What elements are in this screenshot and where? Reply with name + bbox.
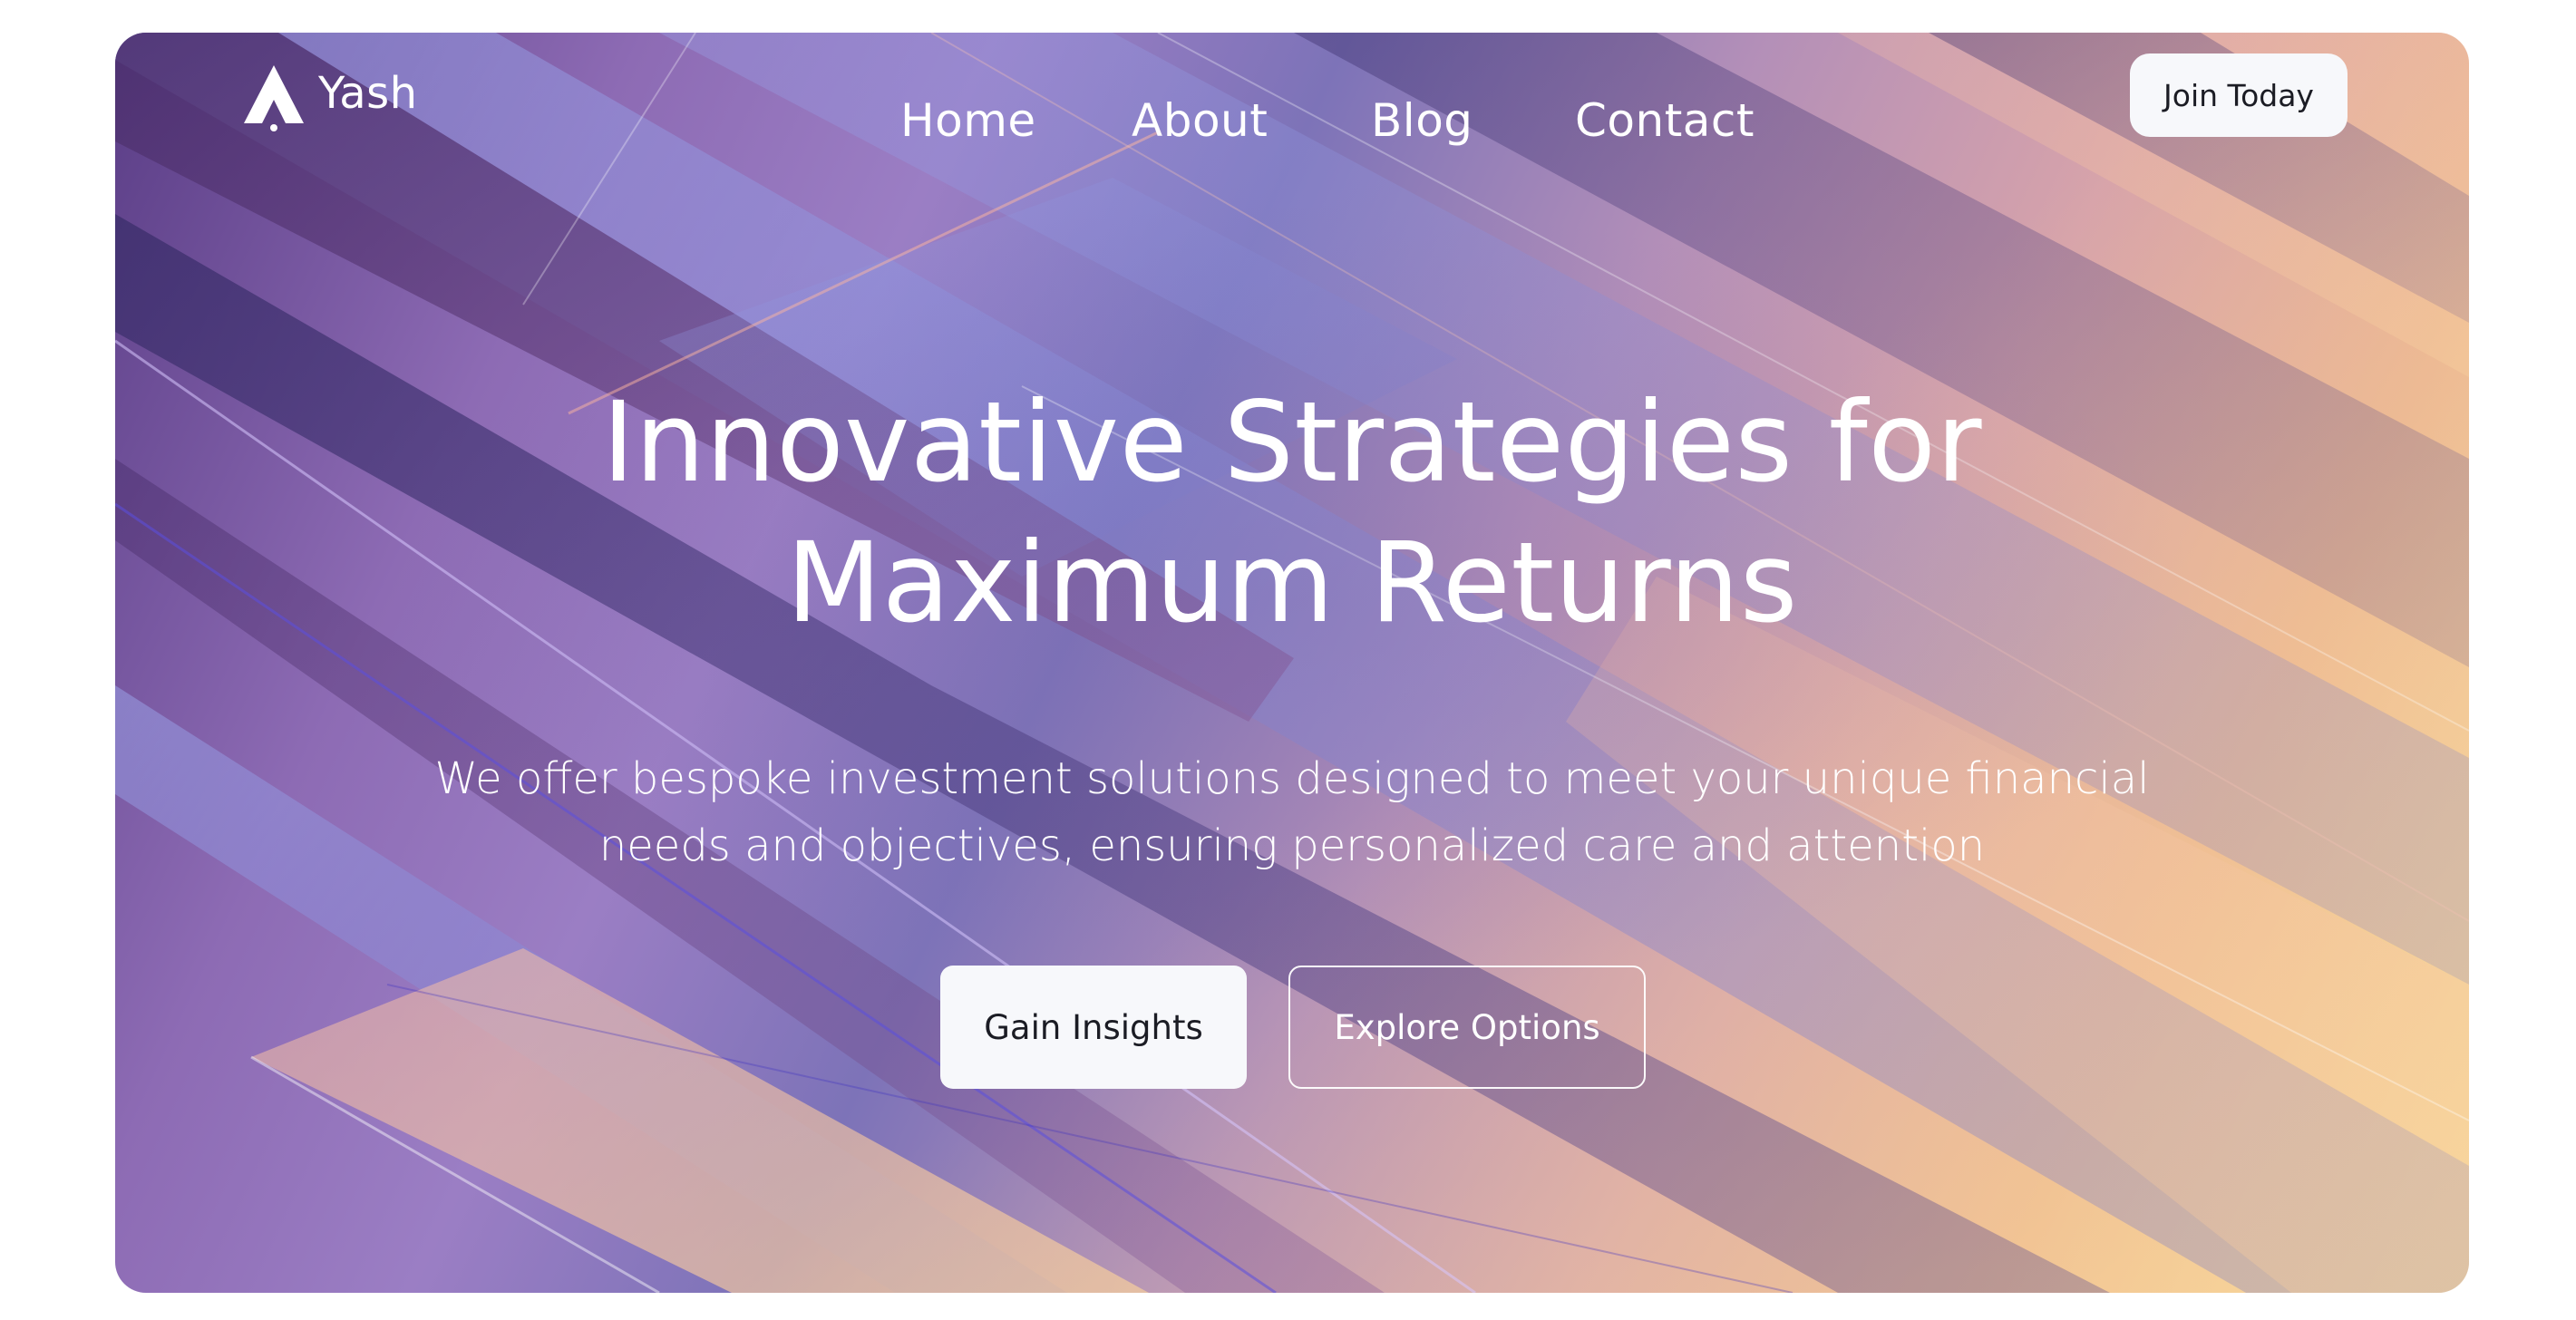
subtext-line-1: We offer bespoke investment solutions de… bbox=[434, 753, 2150, 804]
explore-options-button[interactable]: Explore Options bbox=[1288, 966, 1646, 1089]
nav-link-home[interactable]: Home bbox=[900, 94, 1036, 147]
nav-link-about[interactable]: About bbox=[1132, 94, 1268, 147]
nav-link-contact[interactable]: Contact bbox=[1575, 94, 1755, 147]
hero-headline: Innovative Strategies for Maximum Return… bbox=[115, 373, 2469, 654]
join-today-button[interactable]: Join Today bbox=[2130, 53, 2348, 137]
nav-link-blog[interactable]: Blog bbox=[1371, 94, 1473, 147]
headline-line-1: Innovative Strategies for bbox=[601, 378, 1983, 507]
headline-line-2: Maximum Returns bbox=[786, 519, 1798, 647]
main-nav: Home About Blog Contact bbox=[115, 94, 2469, 158]
hero-section: Yash Home About Blog Contact Join Today … bbox=[115, 33, 2469, 1293]
gain-insights-button[interactable]: Gain Insights bbox=[940, 966, 1247, 1089]
hero-subtext: We offer bespoke investment solutions de… bbox=[115, 745, 2469, 879]
background-overlay bbox=[115, 33, 2469, 1293]
subtext-line-2: needs and objectives, ensuring personali… bbox=[598, 820, 1986, 871]
